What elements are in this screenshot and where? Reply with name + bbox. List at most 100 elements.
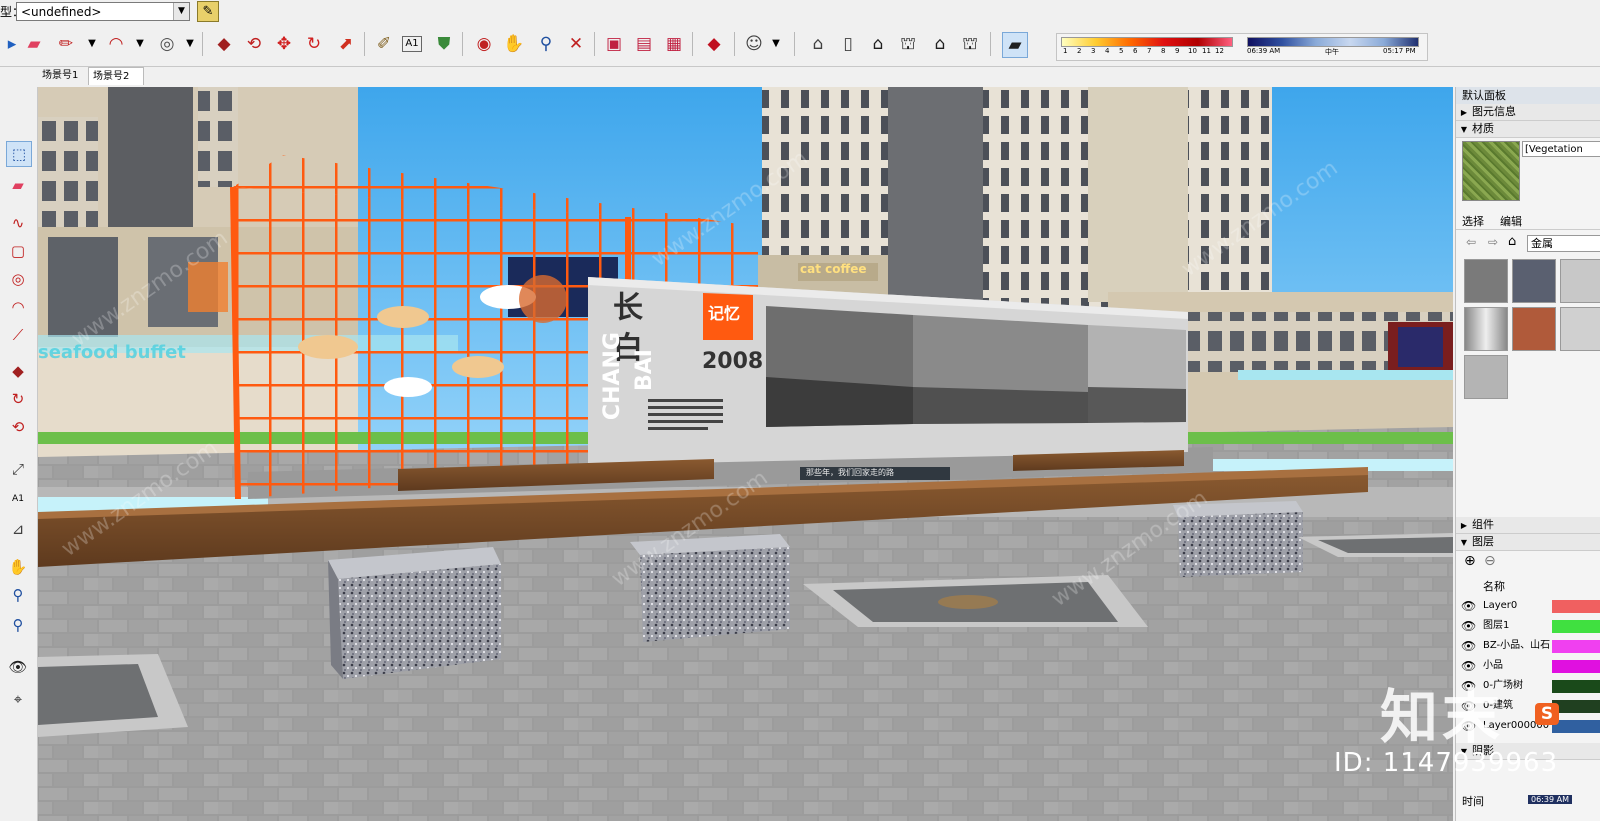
layer-color[interactable] [1552, 720, 1600, 733]
shadow-toggle-icon[interactable]: ▰ [1002, 32, 1028, 58]
chevron-down-icon[interactable]: ▼ [764, 32, 788, 56]
eye-icon[interactable]: 👁 [1461, 616, 1476, 636]
material-swatch[interactable] [1560, 307, 1600, 351]
time-noon: 中午 [1325, 48, 1339, 56]
arc-icon[interactable]: ◠ [6, 295, 30, 319]
watermark-id: ID: 1147939963 [1334, 748, 1559, 778]
arc-icon[interactable]: ◠ [104, 32, 128, 56]
forward-icon[interactable]: ⇨ [1488, 235, 1498, 249]
eye-icon[interactable]: 👁 [1461, 596, 1476, 616]
eraser-icon[interactable]: ▰ [6, 173, 30, 197]
add-layer-icon[interactable]: ⊕ [1464, 553, 1476, 569]
select-icon[interactable]: ⬚ [6, 141, 32, 167]
layer-color[interactable] [1552, 680, 1600, 693]
month-tick: 5 [1119, 47, 1124, 55]
material-swatch[interactable] [1560, 259, 1600, 303]
time-slider[interactable] [1247, 37, 1419, 47]
move-icon[interactable]: ✥ [272, 32, 296, 56]
scale-icon[interactable]: ⬈ [334, 32, 358, 56]
push-pull-icon[interactable]: ◆ [6, 359, 30, 383]
pencil-icon[interactable]: ✏ [54, 32, 78, 56]
zoom-extents-icon[interactable]: ✕ [564, 32, 588, 56]
layer-row[interactable]: 👁 图层1 [1456, 616, 1600, 636]
toolbar-separator [734, 32, 735, 56]
remove-layer-icon[interactable]: ⊖ [1484, 553, 1496, 569]
zoom-icon[interactable]: ⚲ [534, 32, 558, 56]
tag-icon[interactable]: ✎ [197, 1, 219, 22]
material-swatch[interactable] [1512, 307, 1556, 351]
layers-header[interactable]: ▼ 图层 [1456, 534, 1600, 551]
tab-select[interactable]: 选择 [1462, 213, 1484, 229]
material-swatch[interactable] [1464, 355, 1508, 399]
layer-color[interactable] [1552, 600, 1600, 613]
text-icon[interactable]: A1 [6, 487, 30, 511]
type-select[interactable]: <undefined> ▼ [16, 2, 190, 21]
walk-icon[interactable]: ⚲ [6, 613, 30, 637]
month-tick: 7 [1147, 47, 1152, 55]
rotate-icon[interactable]: ↻ [6, 387, 30, 411]
tab-edit[interactable]: 编辑 [1500, 213, 1522, 229]
chevron-down-icon[interactable]: ▼ [178, 32, 202, 56]
user-icon[interactable]: ☺ [742, 32, 766, 56]
pan-icon[interactable]: ✋ [502, 32, 526, 56]
eye-icon[interactable]: 👁 [1461, 636, 1476, 656]
month-tick: 12 [1215, 47, 1224, 55]
tab-scene-1[interactable]: 场景号1 [38, 67, 92, 84]
materials-header[interactable]: ▼ 材质 [1456, 121, 1600, 138]
month-slider[interactable] [1061, 37, 1233, 47]
chevron-down-icon[interactable]: ▼ [173, 3, 189, 20]
position-camera-icon[interactable]: ⌖ [6, 687, 30, 711]
look-around-icon[interactable]: 👁 [6, 655, 30, 679]
material-name-field[interactable]: [Vegetation [1522, 141, 1600, 157]
offset-icon[interactable]: ⟋ [6, 323, 30, 347]
tab-scene-2[interactable]: 场景号2 [88, 67, 144, 85]
sogou-icon: S [1535, 703, 1559, 725]
orbit-icon[interactable]: ◉ [472, 32, 496, 56]
rectangle-icon[interactable]: ▢ [6, 239, 30, 263]
left-view-icon[interactable]: ⛫ [958, 32, 982, 56]
layer-color[interactable] [1552, 620, 1600, 633]
circle-icon[interactable]: ◎ [155, 32, 179, 56]
back-icon[interactable]: ⇦ [1466, 235, 1476, 249]
warehouse-icon[interactable]: ▤ [632, 32, 656, 56]
chevron-down-icon[interactable]: ▼ [80, 32, 104, 56]
share-icon[interactable]: ▦ [662, 32, 686, 56]
layer-color[interactable] [1552, 640, 1600, 653]
dimension-icon[interactable]: ⤢ [6, 457, 30, 481]
push-pull-icon[interactable]: ◆ [212, 32, 236, 56]
paint-bucket-icon[interactable]: ⛊ [432, 32, 456, 56]
chevron-down-icon[interactable]: ▼ [128, 32, 152, 56]
model-viewport[interactable]: www.znzmo.com www.znzmo.com www.znzmo.co… [38, 87, 1453, 821]
circle-icon[interactable]: ◎ [6, 267, 30, 291]
layer-row[interactable]: 👁 Layer0 [1456, 596, 1600, 616]
ruby-icon[interactable]: ◆ [702, 32, 726, 56]
material-swatch[interactable] [1464, 307, 1508, 351]
select-icon[interactable]: ▸ [0, 32, 24, 56]
follow-me-icon[interactable]: ⟲ [6, 415, 30, 439]
month-tick: 3 [1091, 47, 1096, 55]
layer-row[interactable]: 👁 BZ-小品、山石 [1456, 636, 1600, 656]
library-select[interactable]: 金属 [1527, 235, 1600, 252]
layer-color[interactable] [1552, 700, 1600, 713]
follow-me-icon[interactable]: ⟲ [242, 32, 266, 56]
home-icon[interactable]: ⌂ [1508, 234, 1516, 249]
material-swatch[interactable] [1512, 259, 1556, 303]
axes-icon[interactable]: ⊿ [6, 517, 30, 541]
front-view-icon[interactable]: ▯ [836, 32, 860, 56]
rotate-icon[interactable]: ↻ [302, 32, 326, 56]
tape-measure-icon[interactable]: ✐ [372, 32, 396, 56]
right-view-icon[interactable]: ⛫ [896, 32, 920, 56]
eraser-icon[interactable]: ▰ [22, 32, 46, 56]
layer-color[interactable] [1552, 660, 1600, 673]
freehand-icon[interactable]: ∿ [6, 211, 30, 235]
component-icon[interactable]: ▣ [602, 32, 626, 56]
pan-icon[interactable]: ✋ [6, 555, 30, 579]
material-swatch[interactable] [1464, 259, 1508, 303]
components-header[interactable]: ▶ 组件 [1456, 517, 1600, 534]
text-icon[interactable]: A1 [402, 36, 422, 52]
entity-info-header[interactable]: ▶ 图元信息 [1456, 104, 1600, 121]
top-view-icon[interactable]: ⌂ [866, 32, 890, 56]
zoom-icon[interactable]: ⚲ [6, 583, 30, 607]
back-view-icon[interactable]: ⌂ [928, 32, 952, 56]
iso-view-icon[interactable]: ⌂ [806, 32, 830, 56]
